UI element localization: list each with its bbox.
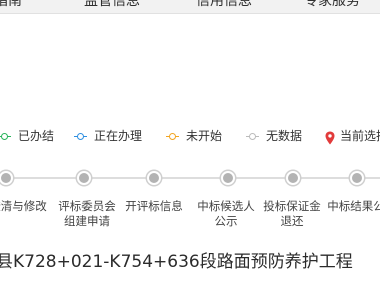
step-label-line1: 投标保证金	[263, 199, 321, 213]
step-label-line2: 退还	[280, 214, 304, 228]
timeline-node-winning-candidates[interactable]	[221, 171, 235, 185]
no-data-ring	[249, 132, 256, 140]
step-label-line1: 中标结果公	[327, 199, 380, 213]
timeline-node-winning-result[interactable]	[350, 171, 364, 185]
timeline-step-evaluation-committee[interactable]: 评标委员会 组建申请	[58, 199, 116, 229]
timeline-step-deposit-refund[interactable]: 投标保证金 退还	[263, 199, 321, 229]
legend-label-no-data: 无数据	[266, 129, 303, 143]
legend-item-no-data: 无数据	[246, 129, 302, 143]
step-label-line2: 公示	[214, 214, 238, 228]
nav-item-guide[interactable]: 指南	[0, 0, 22, 9]
legend-label-current-selection: 当前选择	[340, 129, 380, 143]
in-progress-ring	[77, 132, 84, 140]
timeline-node-bid-opening[interactable]	[147, 171, 161, 185]
step-label-line1: 评标委员会	[58, 199, 116, 213]
step-label-line1: 开评标信息	[125, 199, 183, 213]
pin-shape	[325, 131, 335, 144]
step-label-line2: 组建申请	[64, 214, 110, 228]
location-pin-icon-svg	[325, 131, 335, 144]
legend-label-completed: 已办结	[18, 129, 55, 143]
timeline-step-winning-result[interactable]: 中标结果公	[327, 199, 380, 214]
pin-hole	[328, 133, 332, 138]
timeline-node-deposit-refund[interactable]	[286, 171, 300, 185]
legend-item-in-progress: 正在办理	[74, 129, 142, 143]
legend-label-not-started: 未开始	[186, 129, 223, 143]
page: 指南 监管信息 信用信息 专家服务 已办结 正在办理 未开始 无数据 当前选 清…	[0, 0, 380, 285]
nav-item-credit[interactable]: 信用信息	[196, 0, 252, 9]
status-legend: 已办结 正在办理 未开始 无数据 当前选	[0, 122, 380, 150]
timeline-step-bid-opening[interactable]: 开评标信息	[125, 199, 183, 214]
timeline-step-winning-candidates[interactable]: 中标候选人 公示	[197, 199, 255, 229]
no-data-status-icon	[246, 130, 259, 143]
nav-item-supervision[interactable]: 监管信息	[84, 0, 140, 9]
legend-item-current-selection: 当前选择	[325, 129, 380, 144]
legend-item-not-started: 未开始	[166, 129, 222, 143]
nav-item-expert-service[interactable]: 专家服务	[304, 0, 360, 9]
not-started-status-icon	[166, 130, 179, 143]
not-started-ring	[169, 132, 176, 140]
legend-item-completed: 已办结	[0, 129, 54, 143]
location-pin-icon	[325, 130, 335, 144]
completed-status-icon	[0, 130, 11, 143]
top-nav-bar: 指南 监管信息 信用信息 专家服务	[0, 0, 380, 14]
step-label-line1: 中标候选人	[197, 199, 255, 213]
timeline-node-clarification[interactable]	[0, 171, 13, 185]
timeline-node-evaluation-committee[interactable]	[77, 171, 91, 185]
completed-ring	[1, 132, 8, 140]
legend-label-in-progress: 正在办理	[94, 129, 143, 143]
step-label-line1: 澄清与修改	[0, 199, 47, 213]
in-progress-status-icon	[74, 130, 87, 143]
project-title: 县K728+021-K754+636段路面预防养护工程	[0, 252, 353, 272]
timeline-step-clarification[interactable]: 澄清与修改	[0, 199, 47, 214]
timeline-track	[0, 177, 380, 179]
